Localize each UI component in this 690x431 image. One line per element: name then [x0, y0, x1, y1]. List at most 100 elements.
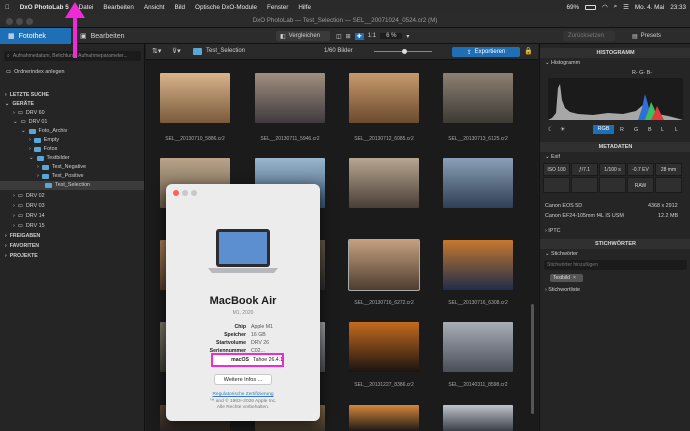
tab-fotothek[interactable]: ▦ Fotothek [0, 28, 71, 44]
section-devices[interactable]: ⌄ GERÄTE [5, 101, 34, 107]
reset-button[interactable]: Zurücksetzen [563, 31, 615, 41]
tree-item-drv02[interactable]: › ▭ DRV 02 [13, 193, 45, 199]
thumbnail[interactable] [443, 322, 513, 372]
menu-bearbeiten[interactable]: Bearbeiten [98, 4, 138, 11]
tree-label: Test_Positive [51, 173, 84, 179]
thumbnail[interactable] [443, 73, 513, 123]
tree-item-foto-archiv[interactable]: ⌄ Foto_Archiv [21, 128, 67, 134]
thumbnail[interactable] [349, 405, 419, 431]
tab-bearbeiten-label: Bearbeiten [90, 32, 125, 40]
sun-icon[interactable]: ☀ [560, 126, 565, 133]
close-window-button[interactable] [6, 18, 13, 25]
tree-item-fotos[interactable]: › Fotos [29, 146, 57, 152]
thumbnail[interactable] [349, 73, 419, 123]
section-projects[interactable]: › PROJEKTE [5, 253, 38, 259]
menu-optische-module[interactable]: Optische DxO-Module [190, 4, 262, 11]
wifi-icon[interactable]: ◠ [602, 4, 608, 11]
thumbnail[interactable] [349, 158, 419, 208]
keywords-sub[interactable]: ⌄ Stichwörter [545, 251, 578, 257]
histogram-sub-label: Histogramm [551, 60, 581, 66]
close-dialog-button[interactable] [173, 190, 179, 196]
thumbnail[interactable] [348, 239, 420, 291]
chevron-right-icon: › [5, 92, 7, 98]
iptc-label: IPTC [548, 228, 561, 234]
index-folder-button[interactable]: ▭ Ordnerindex anlegen [6, 69, 64, 75]
zoom-field[interactable]: 6 % [380, 33, 403, 39]
tree-item-drv03[interactable]: › ▭ DRV 03 [13, 203, 45, 209]
tree-item-test-negative[interactable]: › Test_Negative [37, 164, 86, 170]
drive-icon: ▭ [17, 213, 23, 219]
mode-g[interactable]: G [634, 127, 638, 133]
tree-item-testbilder[interactable]: ⌄ Testbilder [29, 155, 70, 161]
mode-l2[interactable]: L [675, 127, 678, 133]
folder-icon [28, 128, 36, 134]
mode-b[interactable]: B [648, 127, 652, 133]
thumbnail[interactable] [160, 73, 230, 123]
export-button[interactable]: ⇪ Exportieren [452, 47, 520, 57]
keyword-tag[interactable]: Testbild × [550, 274, 583, 282]
ratio-button[interactable]: 1:1 [368, 33, 376, 39]
sort-icon[interactable]: ⇅▾ [152, 47, 161, 55]
menu-bild[interactable]: Bild [170, 4, 191, 11]
menu-hilfe[interactable]: Hilfe [293, 4, 316, 11]
mode-l[interactable]: L [661, 127, 664, 133]
iptc-section[interactable]: › IPTC [545, 228, 561, 234]
mode-rgb[interactable]: RGB [593, 125, 614, 134]
filter-icon[interactable]: ⊽▾ [172, 47, 181, 55]
tree-item-drv14[interactable]: › ▭ DRV 14 [13, 213, 45, 219]
exif-value: 28 mm [655, 163, 682, 176]
menubar-time[interactable]: 23:33 [670, 4, 686, 11]
menubar-date[interactable]: Mo. 4. Mai [635, 4, 664, 11]
spec-label: Startvolume [216, 340, 246, 346]
folder-path: Test_Selection [206, 48, 246, 54]
section-favorites[interactable]: › FAVORITEN [5, 243, 39, 249]
section-shares[interactable]: › FREIGABEN [5, 233, 40, 239]
thumbnail[interactable] [255, 73, 325, 123]
moon-icon[interactable]: ☾ [548, 126, 553, 133]
thumbnail[interactable] [443, 405, 513, 431]
close-icon[interactable]: × [573, 275, 576, 281]
presets-button[interactable]: ▤ Presets [632, 31, 661, 41]
grid-view-icon[interactable]: ⊞ [346, 33, 351, 40]
tree-item-drv15[interactable]: › ▭ DRV 15 [13, 223, 45, 229]
tree-item-test-positive[interactable]: › Test_Positive [37, 173, 84, 179]
tree-item-test-selection[interactable]: Test_Selection [45, 182, 90, 188]
mode-r[interactable]: R [620, 127, 624, 133]
section-recent[interactable]: › LETZTE SUCHE [5, 92, 49, 98]
metadata-header[interactable]: METADATEN [540, 142, 690, 152]
tree-item-empty[interactable]: › Empty [29, 137, 59, 143]
tree-item-drv01[interactable]: ⌄ ▭ DRV 01 [13, 119, 47, 125]
tree-item-drv60[interactable]: › ▭ DRV 60 [13, 110, 45, 116]
menu-fenster[interactable]: Fenster [262, 4, 293, 11]
control-center-icon[interactable]: ☰ [623, 4, 629, 11]
tree-label: DRV 03 [25, 203, 45, 209]
compare-button[interactable]: ◧ Vergleichen [276, 31, 330, 41]
zoom-dropdown-icon[interactable]: ▾ [406, 33, 409, 40]
keyword-list-section[interactable]: › Stichwortliste [545, 287, 580, 293]
histogram-header[interactable]: HISTOGRAMM [540, 48, 690, 58]
zoom-window-button[interactable] [26, 18, 33, 25]
grid-scrollbar[interactable] [531, 304, 534, 414]
fit-icon[interactable]: ✚ [354, 32, 364, 40]
thumbnail[interactable] [443, 158, 513, 208]
exif-section[interactable]: ⌄ Exif [545, 154, 560, 160]
thumb-size-knob[interactable] [402, 49, 407, 54]
laptop-icon [208, 229, 278, 273]
keyword-input[interactable]: Stichwörter hinzufügen [544, 260, 687, 270]
export-label: Exportieren [474, 49, 506, 55]
tree-label: DRV 15 [25, 223, 45, 229]
more-info-button[interactable]: Weitere Infos ... [214, 374, 272, 385]
keywords-header[interactable]: STICHWÖRTER [540, 239, 690, 249]
regulatory-link[interactable]: Regulatorische Zertifizierung [166, 392, 320, 397]
thumbnail[interactable] [443, 240, 513, 290]
lock-icon[interactable]: 🔒 [524, 47, 533, 55]
split-view-icon[interactable]: ◫ [336, 33, 342, 40]
thumbnail[interactable] [349, 322, 419, 372]
battery-icon[interactable] [585, 4, 597, 10]
menu-ansicht[interactable]: Ansicht [139, 4, 170, 11]
histogram-sub[interactable]: ⌄ Histogramm [545, 60, 580, 66]
minimize-window-button[interactable] [16, 18, 23, 25]
search-icon[interactable]: ⌕ [614, 3, 618, 11]
apple-icon[interactable]:  [0, 4, 15, 11]
device-year: M1, 2020 [232, 310, 254, 316]
